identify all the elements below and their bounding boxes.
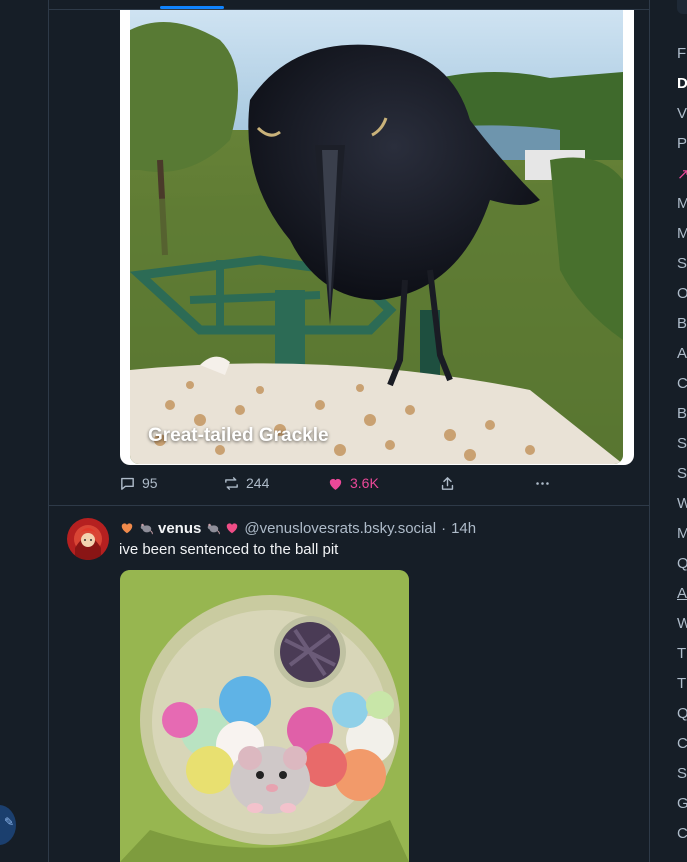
heart-icon xyxy=(329,478,342,490)
feed-link-22[interactable]: T xyxy=(677,675,686,692)
orange-heart-emoji xyxy=(121,523,133,534)
feed-link-12[interactable]: C xyxy=(677,375,687,392)
post-timestamp[interactable]: 14h xyxy=(451,520,476,537)
feed-link-17[interactable]: M xyxy=(677,525,687,542)
rat-ball-pit-image xyxy=(120,570,409,862)
feed-link-4[interactable]: P xyxy=(677,135,687,152)
like-count: 3.6K xyxy=(350,475,379,491)
more-icon xyxy=(536,481,549,485)
feed-link-15[interactable]: S xyxy=(677,465,687,482)
pink-heart-emoji xyxy=(227,523,238,534)
feed-link-19[interactable]: A xyxy=(677,585,687,602)
feed-link-7[interactable]: M xyxy=(677,225,687,242)
meta-separator: · xyxy=(441,519,447,537)
avatar-image xyxy=(67,518,109,560)
feed-link-25[interactable]: S xyxy=(677,765,687,782)
share-button[interactable] xyxy=(439,472,456,494)
feed-link-21[interactable]: T xyxy=(677,645,686,662)
avatar[interactable] xyxy=(67,518,109,560)
display-name[interactable]: venus xyxy=(158,520,201,537)
right-panel-search-box[interactable] xyxy=(677,0,687,14)
reply-icon xyxy=(121,477,134,490)
feed-link-16[interactable]: W xyxy=(677,495,687,512)
compose-button[interactable]: ✎ xyxy=(0,805,16,845)
more-options-button[interactable] xyxy=(534,472,551,494)
reply-button[interactable]: 95 xyxy=(119,472,158,494)
feed-link-24[interactable]: C xyxy=(677,735,687,752)
feed-tab-bar xyxy=(49,0,649,10)
feed-column: Great-tailed Grackle 95 244 3.6K venus @… xyxy=(48,0,650,862)
repost-button[interactable]: 244 xyxy=(223,472,269,494)
feed-link-13[interactable]: B xyxy=(677,405,687,422)
post-image-embed[interactable]: Great-tailed Grackle xyxy=(120,10,634,465)
feed-link-11[interactable]: A xyxy=(677,345,687,362)
right-panel-feeds: F D V P ↗ M M S O B A C B S S W M Q A W … xyxy=(650,0,687,862)
post-text: ive been sentenced to the ball pit xyxy=(119,541,339,558)
feed-link-18[interactable]: Q xyxy=(677,555,687,572)
feed-link-9[interactable]: O xyxy=(677,285,687,302)
rat-emoji xyxy=(208,523,221,535)
feed-link-20[interactable]: W xyxy=(677,615,687,632)
feed-link-14[interactable]: S xyxy=(677,435,687,452)
post-header: venus @venuslovesrats.bsky.social · 14h xyxy=(120,518,476,538)
post-actions: 95 244 3.6K xyxy=(49,472,649,494)
active-tab-indicator xyxy=(160,6,224,9)
post-image[interactable] xyxy=(120,570,409,862)
pin-icon: ↗ xyxy=(677,166,687,183)
image-caption: Great-tailed Grackle xyxy=(148,425,329,446)
reply-count: 95 xyxy=(142,475,158,491)
feed-link-8[interactable]: S xyxy=(677,255,687,272)
grackle-photo[interactable] xyxy=(130,10,623,464)
rat-emoji xyxy=(140,523,153,535)
feed-link-3[interactable]: V xyxy=(677,105,687,122)
like-button[interactable]: 3.6K xyxy=(327,472,379,494)
compose-icon: ✎ xyxy=(4,815,15,829)
user-handle[interactable]: @venuslovesrats.bsky.social xyxy=(244,520,436,537)
left-gutter: ✎ xyxy=(0,0,49,862)
feed-link-10[interactable]: B xyxy=(677,315,687,332)
post-divider xyxy=(49,505,649,506)
repost-icon xyxy=(225,476,238,490)
feed-link-23[interactable]: Q xyxy=(677,705,687,722)
feed-link-27[interactable]: C xyxy=(677,825,687,842)
feed-link-6[interactable]: M xyxy=(677,195,687,212)
feed-link-2[interactable]: D xyxy=(677,75,687,92)
feed-link-1[interactable]: F xyxy=(677,45,686,62)
repost-count: 244 xyxy=(246,475,270,491)
grackle-image xyxy=(130,10,623,464)
share-icon xyxy=(441,476,454,490)
feed-link-26[interactable]: G xyxy=(677,795,687,812)
